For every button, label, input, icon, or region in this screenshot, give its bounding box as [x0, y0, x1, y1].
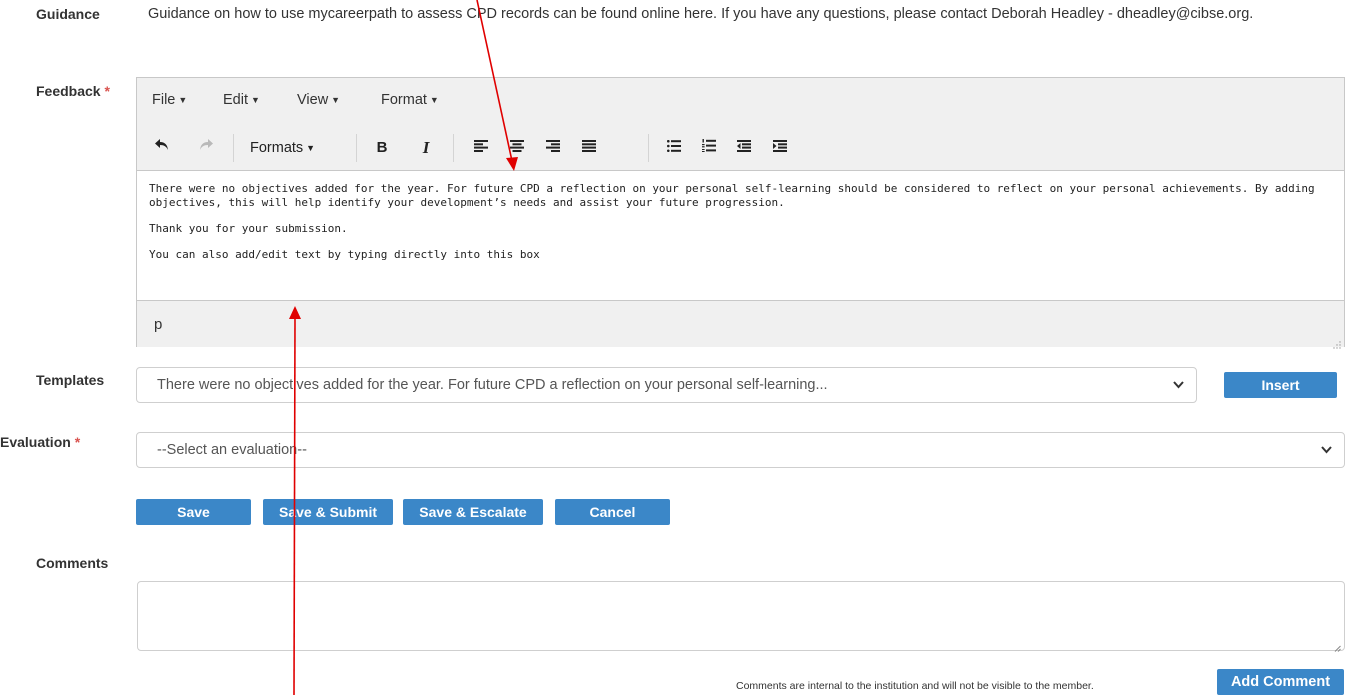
- align-right-icon[interactable]: [542, 138, 564, 158]
- italic-button[interactable]: I: [415, 138, 437, 158]
- caret-down-icon: ▼: [251, 95, 260, 105]
- numbered-list-icon[interactable]: [698, 138, 720, 158]
- feedback-label-text: Feedback: [36, 83, 101, 99]
- redo-icon[interactable]: [195, 138, 217, 158]
- menu-view[interactable]: View ▼: [297, 92, 340, 108]
- chevron-down-icon: [1173, 368, 1184, 415]
- guidance-text: Guidance on how to use mycareerpath to a…: [148, 6, 1254, 22]
- caret-down-icon: ▼: [306, 143, 316, 153]
- required-marker: *: [74, 434, 81, 450]
- comments-label: Comments: [36, 555, 109, 571]
- comments-note: Comments are internal to the institution…: [736, 680, 1094, 692]
- editor-paragraph: Thank you for your submission.: [149, 222, 348, 235]
- editor-menubar: File ▼ Edit ▼ View ▼ Format ▼: [137, 78, 1344, 124]
- resize-handle-icon[interactable]: [1333, 639, 1341, 652]
- feedback-editor: File ▼ Edit ▼ View ▼ Format ▼ Formats ▼ B I: [136, 77, 1345, 349]
- save-submit-button[interactable]: Save & Submit: [263, 499, 393, 525]
- caret-down-icon: ▼: [331, 95, 341, 105]
- outdent-icon[interactable]: [733, 138, 755, 158]
- editor-toolbar: Formats ▼ B I: [137, 124, 1344, 171]
- menu-file-label: File: [152, 92, 176, 108]
- align-center-icon[interactable]: [506, 138, 528, 158]
- undo-icon[interactable]: [151, 138, 173, 158]
- editor-statusbar: p: [137, 300, 1344, 349]
- comments-textarea[interactable]: [137, 581, 1345, 652]
- caret-down-icon: ▼: [429, 95, 439, 105]
- guidance-label: Guidance: [36, 6, 100, 22]
- editor-paragraph: You can also add/edit text by typing dir…: [149, 248, 540, 261]
- menu-format[interactable]: Format ▼: [381, 92, 439, 108]
- templates-selected-text: There were no objectives added for the y…: [157, 377, 828, 393]
- toolbar-divider: [648, 134, 649, 162]
- bullet-list-icon[interactable]: [663, 138, 685, 158]
- toolbar-divider: [356, 134, 357, 162]
- menu-file[interactable]: File ▼: [152, 92, 187, 108]
- required-marker: *: [104, 83, 110, 99]
- resize-handle-icon[interactable]: [1333, 336, 1341, 349]
- evaluation-label: Evaluation *: [0, 434, 80, 450]
- toolbar-divider: [233, 134, 234, 162]
- menu-edit-label: Edit: [223, 92, 248, 108]
- toolbar-divider: [453, 134, 454, 162]
- editor-paragraph: There were no objectives added for the y…: [149, 182, 1315, 209]
- insert-button[interactable]: Insert: [1224, 372, 1337, 398]
- evaluation-label-text: Evaluation: [0, 434, 71, 450]
- formats-dropdown[interactable]: Formats ▼: [250, 138, 340, 158]
- feedback-label: Feedback *: [36, 83, 110, 99]
- evaluation-select[interactable]: --Select an evaluation--: [136, 432, 1345, 468]
- save-escalate-button[interactable]: Save & Escalate: [403, 499, 543, 525]
- templates-select[interactable]: There were no objectives added for the y…: [136, 367, 1197, 403]
- formats-label: Formats: [250, 140, 304, 156]
- bold-button[interactable]: B: [371, 138, 393, 158]
- templates-label: Templates: [36, 372, 105, 388]
- save-button[interactable]: Save: [136, 499, 251, 525]
- evaluation-selected-text: --Select an evaluation--: [157, 442, 307, 458]
- align-justify-icon[interactable]: [578, 138, 600, 158]
- caret-down-icon: ▼: [178, 95, 188, 105]
- indent-icon[interactable]: [769, 138, 791, 158]
- add-comment-button[interactable]: Add Comment: [1217, 669, 1344, 695]
- cancel-button[interactable]: Cancel: [555, 499, 670, 525]
- menu-format-label: Format: [381, 92, 427, 108]
- menu-view-label: View: [297, 92, 329, 108]
- align-left-icon[interactable]: [470, 138, 492, 158]
- element-path[interactable]: p: [154, 316, 162, 333]
- menu-edit[interactable]: Edit ▼: [223, 92, 260, 108]
- chevron-down-icon: [1321, 433, 1332, 480]
- editor-content[interactable]: There were no objectives added for the y…: [137, 172, 1344, 300]
